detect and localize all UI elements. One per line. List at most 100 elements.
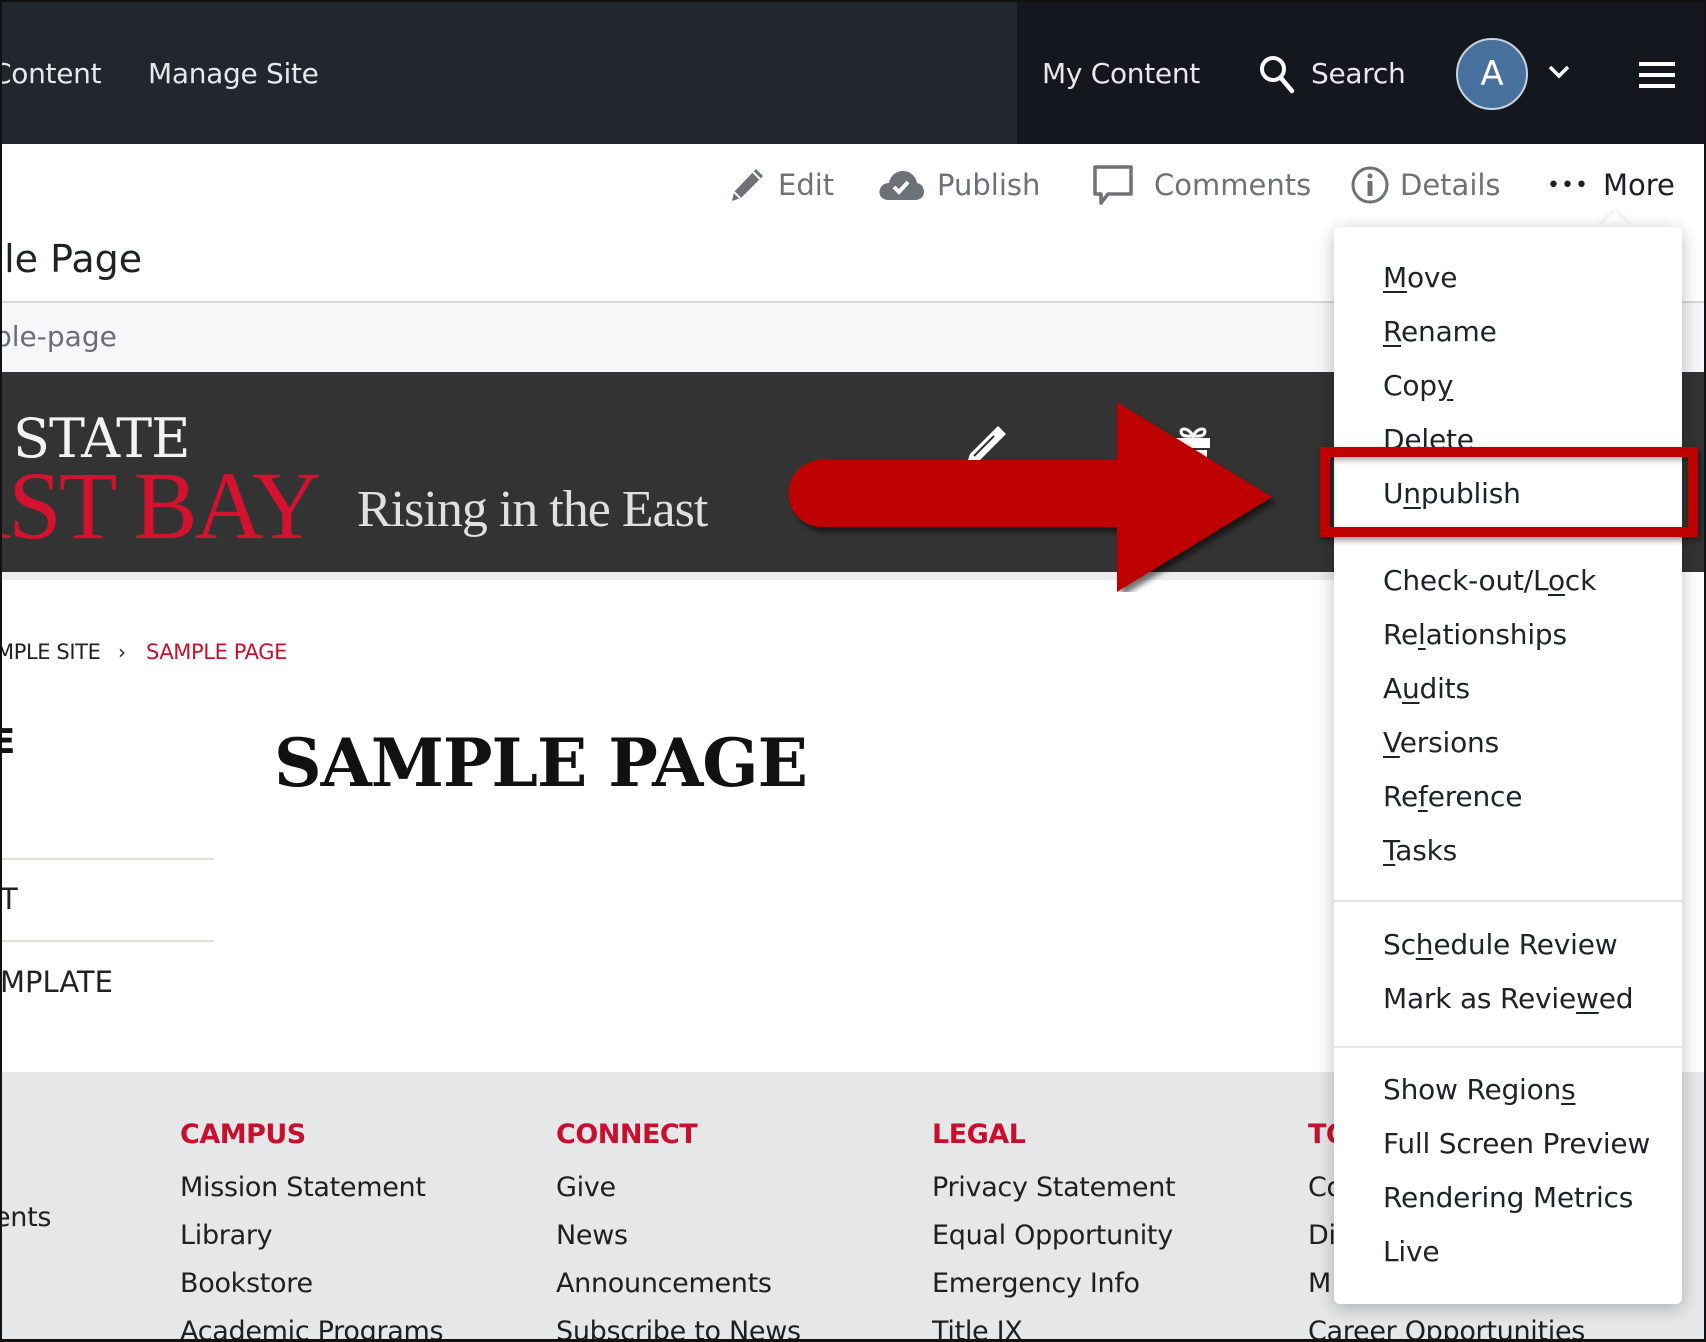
menu-item-check-out-lock[interactable]: Check-out/Lock (1383, 564, 1596, 597)
nav-search-link[interactable]: Search (1311, 57, 1406, 90)
comments-button[interactable]: Comments (1092, 165, 1311, 205)
menu-item-label: Live (1383, 1235, 1440, 1268)
menu-item-copy[interactable]: Copy (1383, 369, 1453, 402)
footer-link[interactable]: Give (556, 1172, 616, 1203)
footer-link[interactable]: Subscribe to News (556, 1316, 801, 1339)
details-button[interactable]: Details (1350, 165, 1501, 205)
menu-item-show-regions[interactable]: Show Regions (1383, 1073, 1576, 1106)
menu-item-accesskey: R (1383, 315, 1401, 348)
menu-item-accesskey: y (1436, 369, 1454, 402)
cloud-check-icon (879, 171, 924, 200)
footer-link[interactable]: News (556, 1220, 628, 1251)
side-nav-divider (2, 940, 214, 942)
more-label: More (1602, 168, 1675, 202)
page-path: ple-page (0, 320, 117, 353)
menu-item-rendering-metrics[interactable]: Rendering Metrics (1383, 1181, 1633, 1214)
menu-item-label: dits (1419, 672, 1471, 705)
nav-content-link[interactable]: Content (2, 57, 102, 90)
user-avatar[interactable]: A (1456, 38, 1528, 110)
logo-tagline: Rising in the East (357, 481, 708, 538)
menu-item-accesskey: T (1383, 834, 1396, 867)
menu-item-label: asks (1395, 834, 1458, 867)
footer-link[interactable]: Emergency Info (932, 1268, 1140, 1299)
menu-item-label: Re (1383, 780, 1419, 813)
breadcrumb-current: SAMPLE PAGE (146, 640, 287, 664)
footer-link[interactable]: Equal Opportunity (932, 1220, 1173, 1251)
menu-item-reference[interactable]: Reference (1383, 780, 1522, 813)
footer-link[interactable]: Academic Programs (180, 1316, 444, 1339)
pencil-icon (732, 169, 763, 201)
more-button[interactable]: ••• More (1547, 165, 1675, 205)
menu-item-label: ove (1406, 261, 1458, 294)
menu-item-accesskey: u (1401, 672, 1420, 705)
annotation-arrow (788, 402, 1272, 592)
menu-item-label: Re (1383, 618, 1419, 651)
menu-item-label: ck (1564, 564, 1597, 597)
side-nav-item[interactable]: T (2, 882, 18, 916)
menu-item-rename[interactable]: Rename (1383, 315, 1497, 348)
edit-button[interactable]: Edit (728, 165, 834, 205)
logo-line-east-bay: AST BAY (2, 452, 321, 559)
menu-item-label: ed (1598, 982, 1634, 1015)
arrow-shape (788, 402, 1272, 592)
details-label: Details (1400, 168, 1501, 202)
footer-link[interactable]: Library (180, 1220, 273, 1251)
menu-divider (1334, 900, 1682, 902)
menu-item-label: erence (1427, 780, 1523, 813)
breadcrumb-chevron-icon: › (118, 640, 126, 664)
menu-item-label: Full Screen Preview (1383, 1127, 1651, 1160)
footer-heading-campus: CAMPUS (180, 1119, 306, 1150)
menu-divider (1334, 1046, 1682, 1048)
footer-link[interactable]: Mission Statement (180, 1172, 426, 1203)
footer-link[interactable]: Di (1308, 1220, 1336, 1251)
footer-link[interactable]: ents (2, 1202, 51, 1233)
ellipsis-icon: ••• (1547, 172, 1589, 198)
publish-button[interactable]: Publish (877, 165, 1040, 205)
chevron-down-icon[interactable] (1547, 62, 1571, 82)
menu-item-mark-as-reviewed[interactable]: Mark as Reviewed (1383, 982, 1634, 1015)
menu-item-label: edule Review (1433, 928, 1618, 961)
comments-label: Comments (1154, 168, 1312, 202)
nav-my-content-link[interactable]: My Content (1042, 57, 1200, 90)
menu-item-accesskey: f (1418, 780, 1428, 813)
annotation-highlight-box (1320, 447, 1698, 537)
menu-item-full-screen-preview[interactable]: Full Screen Preview (1383, 1127, 1650, 1160)
menu-item-schedule-review[interactable]: Schedule Review (1383, 928, 1618, 961)
menu-item-move[interactable]: Move (1383, 261, 1457, 294)
dropdown-caret (1598, 211, 1632, 228)
footer-link[interactable]: Career Opportunities (1308, 1316, 1585, 1339)
side-nav-heading: E (2, 722, 15, 762)
menu-item-label: Check-out/L (1383, 564, 1548, 597)
menu-item-accesskey: V (1383, 726, 1400, 759)
side-nav-item[interactable]: MPLATE (2, 965, 113, 999)
side-nav-divider (2, 858, 214, 860)
menu-item-label: Show Region (1383, 1073, 1562, 1106)
nav-manage-site-link[interactable]: Manage Site (148, 57, 319, 90)
footer-link[interactable]: M (1308, 1268, 1331, 1299)
menu-item-accesskey: w (1576, 982, 1599, 1015)
menu-item-relationships[interactable]: Relationships (1383, 618, 1567, 651)
footer-link[interactable]: Bookstore (180, 1268, 313, 1299)
search-icon[interactable] (1258, 54, 1296, 94)
footer-heading-connect: CONNECT (556, 1119, 698, 1150)
menu-item-label: Mark as Revie (1383, 982, 1576, 1015)
hamburger-menu-icon[interactable] (1639, 62, 1675, 88)
menu-item-label: ationships (1425, 618, 1567, 651)
menu-item-label: Sc (1383, 928, 1416, 961)
menu-item-label: A (1383, 672, 1402, 705)
menu-item-live[interactable]: Live (1383, 1235, 1440, 1268)
footer-link[interactable]: Announcements (556, 1268, 772, 1299)
menu-item-label: ename (1401, 315, 1497, 348)
menu-item-label: Cop (1383, 369, 1437, 402)
menu-item-versions[interactable]: Versions (1383, 726, 1499, 759)
footer-link[interactable]: Title IX (932, 1316, 1023, 1339)
publish-label: Publish (937, 168, 1041, 202)
menu-item-accesskey: s (1561, 1073, 1576, 1106)
menu-item-tasks[interactable]: Tasks (1383, 834, 1457, 867)
footer-heading-legal: LEGAL (932, 1119, 1026, 1150)
breadcrumb-site[interactable]: MPLE SITE (2, 640, 101, 664)
footer-link[interactable]: Privacy Statement (932, 1172, 1176, 1203)
menu-item-audits[interactable]: Audits (1383, 672, 1470, 705)
menu-item-label: ersions (1399, 726, 1499, 759)
menu-item-accesskey: o (1547, 564, 1565, 597)
